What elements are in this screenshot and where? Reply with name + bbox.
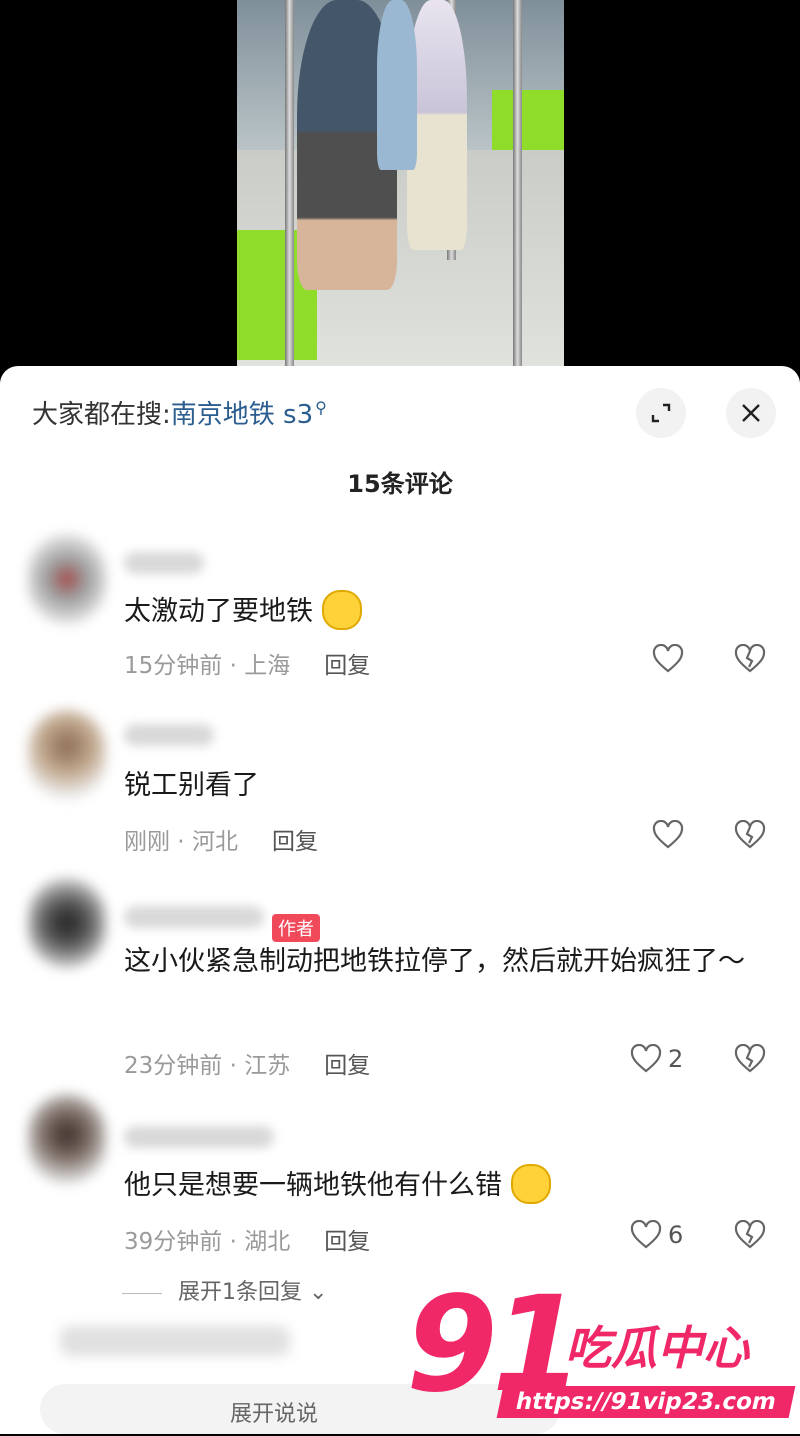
comment-text-content: 他只是想要一辆地铁他有什么错 xyxy=(124,1170,502,1201)
expand-replies-button[interactable]: 展开1条回复 ⌄ xyxy=(122,1274,327,1306)
avatar[interactable] xyxy=(28,534,106,624)
heart-icon xyxy=(652,644,684,673)
heart-icon xyxy=(630,1044,662,1073)
comment-meta: 刚刚 · 河北 回复 xyxy=(124,829,318,855)
username-blurred[interactable] xyxy=(124,724,214,746)
username-blurred[interactable] xyxy=(124,906,264,928)
like-button[interactable]: 6 xyxy=(630,1220,683,1250)
video-player[interactable] xyxy=(237,0,564,368)
dislike-button[interactable] xyxy=(734,1043,766,1078)
like-count: 2 xyxy=(668,1045,684,1073)
comment-time: 刚刚 xyxy=(124,829,170,855)
like-count: 6 xyxy=(668,1221,684,1249)
smiling-face-emoji-icon xyxy=(321,589,362,630)
expand-icon xyxy=(651,403,671,423)
like-button[interactable] xyxy=(652,820,684,850)
watermark: 91 吃瓜中心 https://91vip23.com xyxy=(400,1270,800,1434)
comment-text: 这小伙紧急制动把地铁拉停了，然后就开始疯狂了～ xyxy=(124,946,745,977)
comment-meta: 15分钟前 · 上海 回复 xyxy=(124,653,371,679)
broken-heart-icon xyxy=(734,1043,766,1073)
avatar[interactable] xyxy=(28,878,106,968)
comment-time: 39分钟前 xyxy=(124,1229,223,1255)
video-seat-right xyxy=(492,90,564,150)
username-blurred[interactable] xyxy=(124,1126,274,1148)
video-pole xyxy=(285,0,294,368)
comment-time: 15分钟前 xyxy=(124,653,223,679)
reply-button[interactable]: 回复 xyxy=(324,1053,370,1079)
broken-heart-icon xyxy=(734,1219,766,1249)
blurred-content xyxy=(60,1326,290,1356)
reply-button[interactable]: 回复 xyxy=(272,829,318,855)
search-prefix: 大家都在搜: xyxy=(32,400,171,430)
comment-meta: 39分钟前 · 湖北 回复 xyxy=(124,1229,371,1255)
comment-text-content: 太激动了要地铁 xyxy=(124,596,313,627)
like-button[interactable]: 2 xyxy=(630,1044,683,1074)
close-button[interactable] xyxy=(726,388,776,438)
dislike-button[interactable] xyxy=(734,819,766,854)
video-pole xyxy=(513,0,522,368)
comment-location: 江苏 xyxy=(244,1053,291,1079)
chevron-down-icon: ⌄ xyxy=(309,1280,328,1305)
heart-icon xyxy=(630,1220,662,1249)
avatar[interactable] xyxy=(28,710,106,800)
search-keyword[interactable]: 南京地铁 s3 xyxy=(171,400,313,430)
comment-text: 太激动了要地铁 xyxy=(124,588,774,636)
comment-location: 湖北 xyxy=(244,1229,291,1255)
dislike-button[interactable] xyxy=(734,1219,766,1254)
broken-heart-icon xyxy=(734,819,766,849)
broken-heart-icon xyxy=(734,643,766,673)
comment-input-hint: 展开说说 xyxy=(230,1402,319,1427)
comment-text: 锐工别看了 xyxy=(124,762,774,810)
heart-icon xyxy=(652,820,684,849)
watermark-url: https://91vip23.com xyxy=(496,1386,796,1418)
comment-count: 15条评论 xyxy=(347,470,453,498)
username-blurred[interactable] xyxy=(124,552,204,574)
like-button[interactable] xyxy=(652,644,684,674)
comment-location: 河北 xyxy=(191,829,238,855)
comment-text-content: 锐工别看了 xyxy=(124,770,259,801)
avatar[interactable] xyxy=(28,1094,106,1184)
comment-meta: 23分钟前 · 江苏 回复 xyxy=(124,1053,371,1079)
expand-button[interactable] xyxy=(636,388,686,438)
video-person xyxy=(377,0,417,170)
reply-button[interactable]: 回复 xyxy=(324,1229,370,1255)
watermark-name: 吃瓜中心 xyxy=(565,1321,749,1375)
expand-replies-label: 展开1条回复 xyxy=(178,1280,302,1305)
crying-face-emoji-icon xyxy=(510,1163,551,1204)
comment-location: 上海 xyxy=(244,653,291,679)
search-suggestion[interactable]: 大家都在搜:南京地铁 s3 ⚲ xyxy=(32,394,327,431)
dislike-button[interactable] xyxy=(734,643,766,678)
divider xyxy=(122,1292,162,1294)
comment-time: 23分钟前 xyxy=(124,1053,223,1079)
close-icon xyxy=(742,404,760,422)
comment-text: 他只是想要一辆地铁他有什么错 xyxy=(124,1162,774,1210)
search-icon: ⚲ xyxy=(315,398,327,418)
reply-button[interactable]: 回复 xyxy=(324,653,370,679)
